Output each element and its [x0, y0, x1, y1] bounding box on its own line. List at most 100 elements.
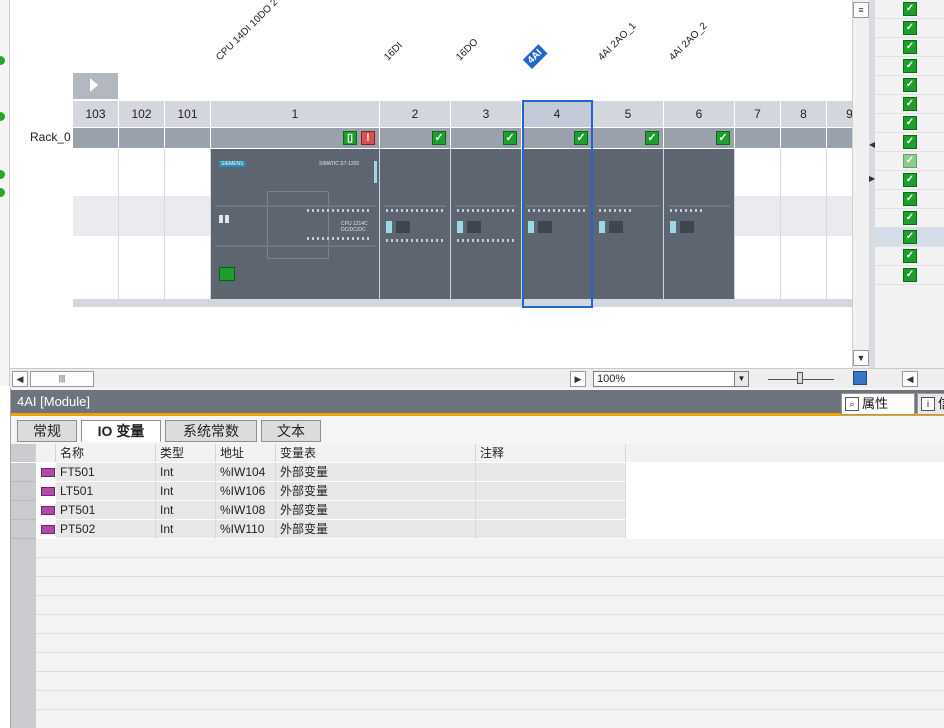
tag-type[interactable]: Int: [156, 520, 216, 539]
zoom-select[interactable]: 100% ▼: [593, 371, 749, 387]
overview-row[interactable]: ✓: [875, 19, 944, 38]
tag-comment[interactable]: [476, 463, 626, 482]
tag-comment[interactable]: [476, 520, 626, 539]
column-header-type[interactable]: 类型: [156, 444, 216, 462]
device-view-vertical-scrollbar[interactable]: ≡ ▼: [852, 0, 869, 368]
table-row[interactable]: PT502 Int %IW110 外部变量: [11, 520, 944, 539]
row-header-corner: [11, 444, 36, 462]
scroll-right-icon[interactable]: ▶: [570, 371, 586, 387]
empty-slot[interactable]: [73, 149, 119, 307]
slot-header[interactable]: 5: [593, 101, 664, 127]
tag-comment[interactable]: [476, 501, 626, 520]
signal-module-4ai-2ao-1[interactable]: [593, 149, 664, 299]
table-row[interactable]: FT501 Int %IW104 外部变量: [11, 463, 944, 482]
empty-table-area[interactable]: [11, 539, 944, 728]
overview-row[interactable]: ✓: [875, 190, 944, 209]
overview-row[interactable]: ✓: [875, 95, 944, 114]
cpu-led: [225, 215, 229, 223]
device-view-canvas[interactable]: CPU 14DI 10DO 2 16DI 16DO 4AI 4AI 2AO_1 …: [10, 0, 852, 368]
scroll-down-icon[interactable]: ▼: [853, 350, 869, 366]
tag-table[interactable]: 外部变量: [276, 463, 476, 482]
scroll-left-icon[interactable]: ◀: [12, 371, 28, 387]
signal-module-16di[interactable]: [380, 149, 451, 299]
slot-header[interactable]: 8: [781, 101, 827, 127]
overview-row[interactable]: ✓: [875, 171, 944, 190]
signal-module-4ai-2ao-2[interactable]: [664, 149, 735, 299]
overview-row[interactable]: ✓: [875, 228, 944, 247]
fit-view-icon[interactable]: [853, 371, 867, 385]
empty-slot[interactable]: [827, 149, 852, 307]
ok-check-icon: ✓: [903, 59, 917, 73]
expand-rack-button[interactable]: [73, 73, 118, 99]
tab-general[interactable]: 常规: [17, 420, 77, 442]
tag-type[interactable]: Int: [156, 501, 216, 520]
module-block: [396, 221, 410, 233]
overview-row[interactable]: ✓: [875, 152, 944, 171]
column-header-address[interactable]: 地址: [216, 444, 276, 462]
chevron-down-icon[interactable]: ▼: [734, 372, 748, 386]
tab-system-constants[interactable]: 系统常数: [165, 420, 257, 442]
slot-header[interactable]: 102: [119, 101, 165, 127]
overview-row[interactable]: ✓: [875, 266, 944, 285]
overview-row[interactable]: ✓: [875, 247, 944, 266]
overview-row[interactable]: ✓: [875, 38, 944, 57]
slot-header[interactable]: 103: [73, 101, 119, 127]
tag-table[interactable]: 外部变量: [276, 520, 476, 539]
scroll-thumb[interactable]: ≡: [853, 2, 869, 18]
module-block: [680, 221, 694, 233]
signal-module-16do[interactable]: [451, 149, 522, 299]
table-row[interactable]: LT501 Int %IW106 外部变量: [11, 482, 944, 501]
slot-header[interactable]: 3: [451, 101, 522, 127]
empty-slot[interactable]: [119, 149, 165, 307]
module-title-4ai[interactable]: 4AI: [522, 44, 548, 69]
cpu-module[interactable]: SIEMENS SIMATIC S7-1200 CPU 1214C DC/DC/…: [211, 149, 380, 299]
overview-row[interactable]: ✓: [875, 114, 944, 133]
tab-texts[interactable]: 文本: [261, 420, 321, 442]
tag-name[interactable]: PT502: [56, 520, 156, 539]
ok-check-icon: ✓: [903, 192, 917, 206]
tag-type[interactable]: Int: [156, 463, 216, 482]
tag-name[interactable]: FT501: [56, 463, 156, 482]
signal-module-4ai[interactable]: [522, 149, 593, 299]
slot-header[interactable]: 2: [380, 101, 451, 127]
tag-address[interactable]: %IW106: [216, 482, 276, 501]
tag-address[interactable]: %IW104: [216, 463, 276, 482]
tag-table[interactable]: 外部变量: [276, 482, 476, 501]
overview-row[interactable]: ✓: [875, 133, 944, 152]
empty-slot[interactable]: [781, 149, 827, 307]
column-header-name[interactable]: 名称: [56, 444, 156, 462]
play-arrow-icon: [90, 78, 98, 92]
overview-row[interactable]: ✓: [875, 209, 944, 228]
tag-comment[interactable]: [476, 482, 626, 501]
tag-address[interactable]: %IW108: [216, 501, 276, 520]
properties-tab[interactable]: ⌕ 属性: [841, 393, 915, 415]
properties-tab-label: 属性: [862, 396, 889, 411]
module-strip: [455, 205, 517, 207]
cpu-led-strip: [374, 161, 377, 183]
overview-row[interactable]: ✓: [875, 0, 944, 19]
overview-row[interactable]: ✓: [875, 76, 944, 95]
tab-io-tags[interactable]: IO 变量: [81, 420, 161, 442]
empty-slot[interactable]: [735, 149, 781, 307]
slot-header[interactable]: 9: [827, 101, 852, 127]
scroll-left-icon[interactable]: ◀: [902, 371, 918, 387]
overview-row[interactable]: ✓: [875, 57, 944, 76]
column-header-tag-table[interactable]: 变量表: [276, 444, 476, 462]
tag-name[interactable]: PT501: [56, 501, 156, 520]
slot-header[interactable]: 1: [211, 101, 380, 127]
io-tags-table: 名称 类型 地址 变量表 注释 FT501 Int %IW104 外部变量 LT…: [11, 444, 944, 728]
slot-header[interactable]: 7: [735, 101, 781, 127]
table-row[interactable]: PT501 Int %IW108 外部变量: [11, 501, 944, 520]
tag-address[interactable]: %IW110: [216, 520, 276, 539]
tag-type[interactable]: Int: [156, 482, 216, 501]
tag-name[interactable]: LT501: [56, 482, 156, 501]
tag-table[interactable]: 外部变量: [276, 501, 476, 520]
slot-header[interactable]: 4: [522, 101, 593, 127]
slot-header[interactable]: 101: [165, 101, 211, 127]
zoom-slider-thumb[interactable]: [797, 372, 803, 384]
empty-slot[interactable]: [165, 149, 211, 307]
column-header-comment[interactable]: 注释: [476, 444, 626, 462]
slot-header[interactable]: 6: [664, 101, 735, 127]
info-tab[interactable]: i 信: [917, 393, 944, 415]
horizontal-scroll-thumb[interactable]: |||: [30, 371, 94, 387]
